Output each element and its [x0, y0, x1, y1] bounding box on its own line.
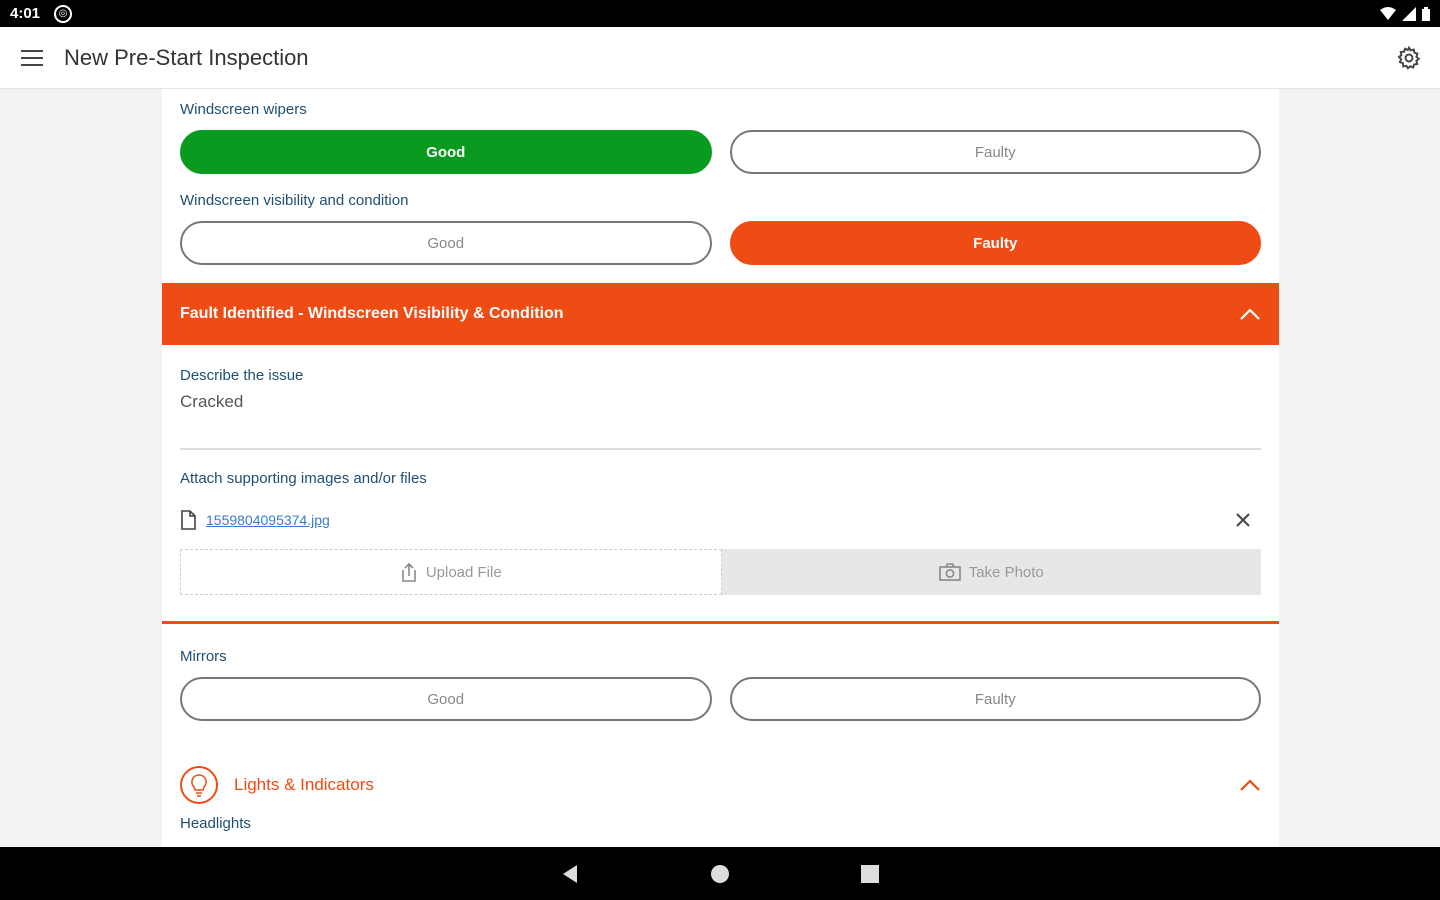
- answer-row: Good Faulty: [180, 677, 1261, 721]
- wifi-icon: [1380, 6, 1396, 20]
- fault-details: Describe the issue Cracked Attach suppor…: [162, 345, 1279, 624]
- describe-issue-label: Describe the issue: [180, 367, 304, 384]
- upload-file-label: Upload File: [425, 563, 502, 581]
- shield-icon: ◎: [54, 4, 73, 23]
- app-bar: New Pre-Start Inspection: [0, 27, 1440, 89]
- take-photo-label: Take Photo: [968, 563, 1044, 581]
- faulty-button[interactable]: Faulty: [729, 221, 1261, 265]
- section-title: Lights & Indicators: [234, 775, 374, 794]
- upload-icon: [402, 562, 416, 582]
- upload-file-button[interactable]: Upload File: [180, 549, 722, 595]
- faulty-button[interactable]: Faulty: [729, 677, 1261, 721]
- attached-file-link[interactable]: 1559804095374.jpg: [206, 512, 330, 528]
- good-button[interactable]: Good: [180, 677, 712, 721]
- take-photo-button[interactable]: Take Photo: [721, 549, 1261, 595]
- question-label: Mirrors: [180, 648, 227, 665]
- describe-issue-input[interactable]: Cracked: [180, 392, 1261, 412]
- input-underline: [180, 448, 1261, 450]
- home-icon: [711, 864, 729, 883]
- lightbulb-icon: [180, 766, 218, 804]
- back-icon: [563, 864, 577, 883]
- answer-row: Good Faulty: [180, 130, 1261, 174]
- recents-icon: [861, 864, 879, 883]
- back-button[interactable]: [555, 859, 585, 889]
- question-label: Windscreen wipers: [180, 101, 307, 118]
- fault-header-title: Fault Identified - Windscreen Visibility…: [180, 305, 564, 322]
- question-mirrors: Mirrors Good Faulty: [162, 624, 1279, 721]
- good-button[interactable]: Good: [180, 130, 712, 174]
- settings-button[interactable]: [1378, 27, 1440, 89]
- file-icon: [181, 510, 196, 530]
- fault-header[interactable]: Fault Identified - Windscreen Visibility…: [162, 283, 1279, 345]
- question-label: Headlights: [180, 815, 251, 832]
- upload-bar: Upload File Take Photo: [180, 549, 1261, 595]
- home-button[interactable]: [705, 859, 735, 889]
- section-header-lights[interactable]: Lights & Indicators: [162, 763, 1279, 807]
- attach-files-label: Attach supporting images and/or files: [180, 470, 427, 487]
- navigation-bar: [0, 847, 1440, 900]
- status-time: 4:01: [10, 5, 41, 22]
- question-windscreen-wipers: Windscreen wipers Good Faulty: [162, 89, 1279, 174]
- inspection-form: Windscreen wipers Good Faulty Windscreen…: [162, 89, 1279, 847]
- remove-file-button[interactable]: [1235, 512, 1251, 528]
- chevron-up-icon: [1240, 779, 1260, 791]
- faulty-button[interactable]: Faulty: [729, 130, 1261, 174]
- page-title: New Pre-Start Inspection: [64, 44, 309, 70]
- hamburger-icon: [21, 49, 43, 66]
- close-icon: [1236, 513, 1250, 527]
- good-button[interactable]: Good: [180, 221, 712, 265]
- battery-icon: [1422, 6, 1430, 21]
- camera-icon: [938, 563, 961, 581]
- recents-button[interactable]: [855, 859, 885, 889]
- menu-button[interactable]: [0, 27, 64, 89]
- question-label: Windscreen visibility and condition: [180, 192, 409, 209]
- question-windscreen-visibility: Windscreen visibility and condition Good…: [162, 174, 1279, 265]
- gear-icon: [1397, 45, 1421, 70]
- answer-row: Good Faulty: [180, 221, 1261, 265]
- attached-file-row: 1559804095374.jpg: [180, 509, 1261, 531]
- signal-icon: [1402, 6, 1416, 21]
- status-bar: 4:01 ◎: [0, 0, 1440, 27]
- chevron-up-icon: [1240, 308, 1260, 320]
- status-icons: [1380, 6, 1430, 21]
